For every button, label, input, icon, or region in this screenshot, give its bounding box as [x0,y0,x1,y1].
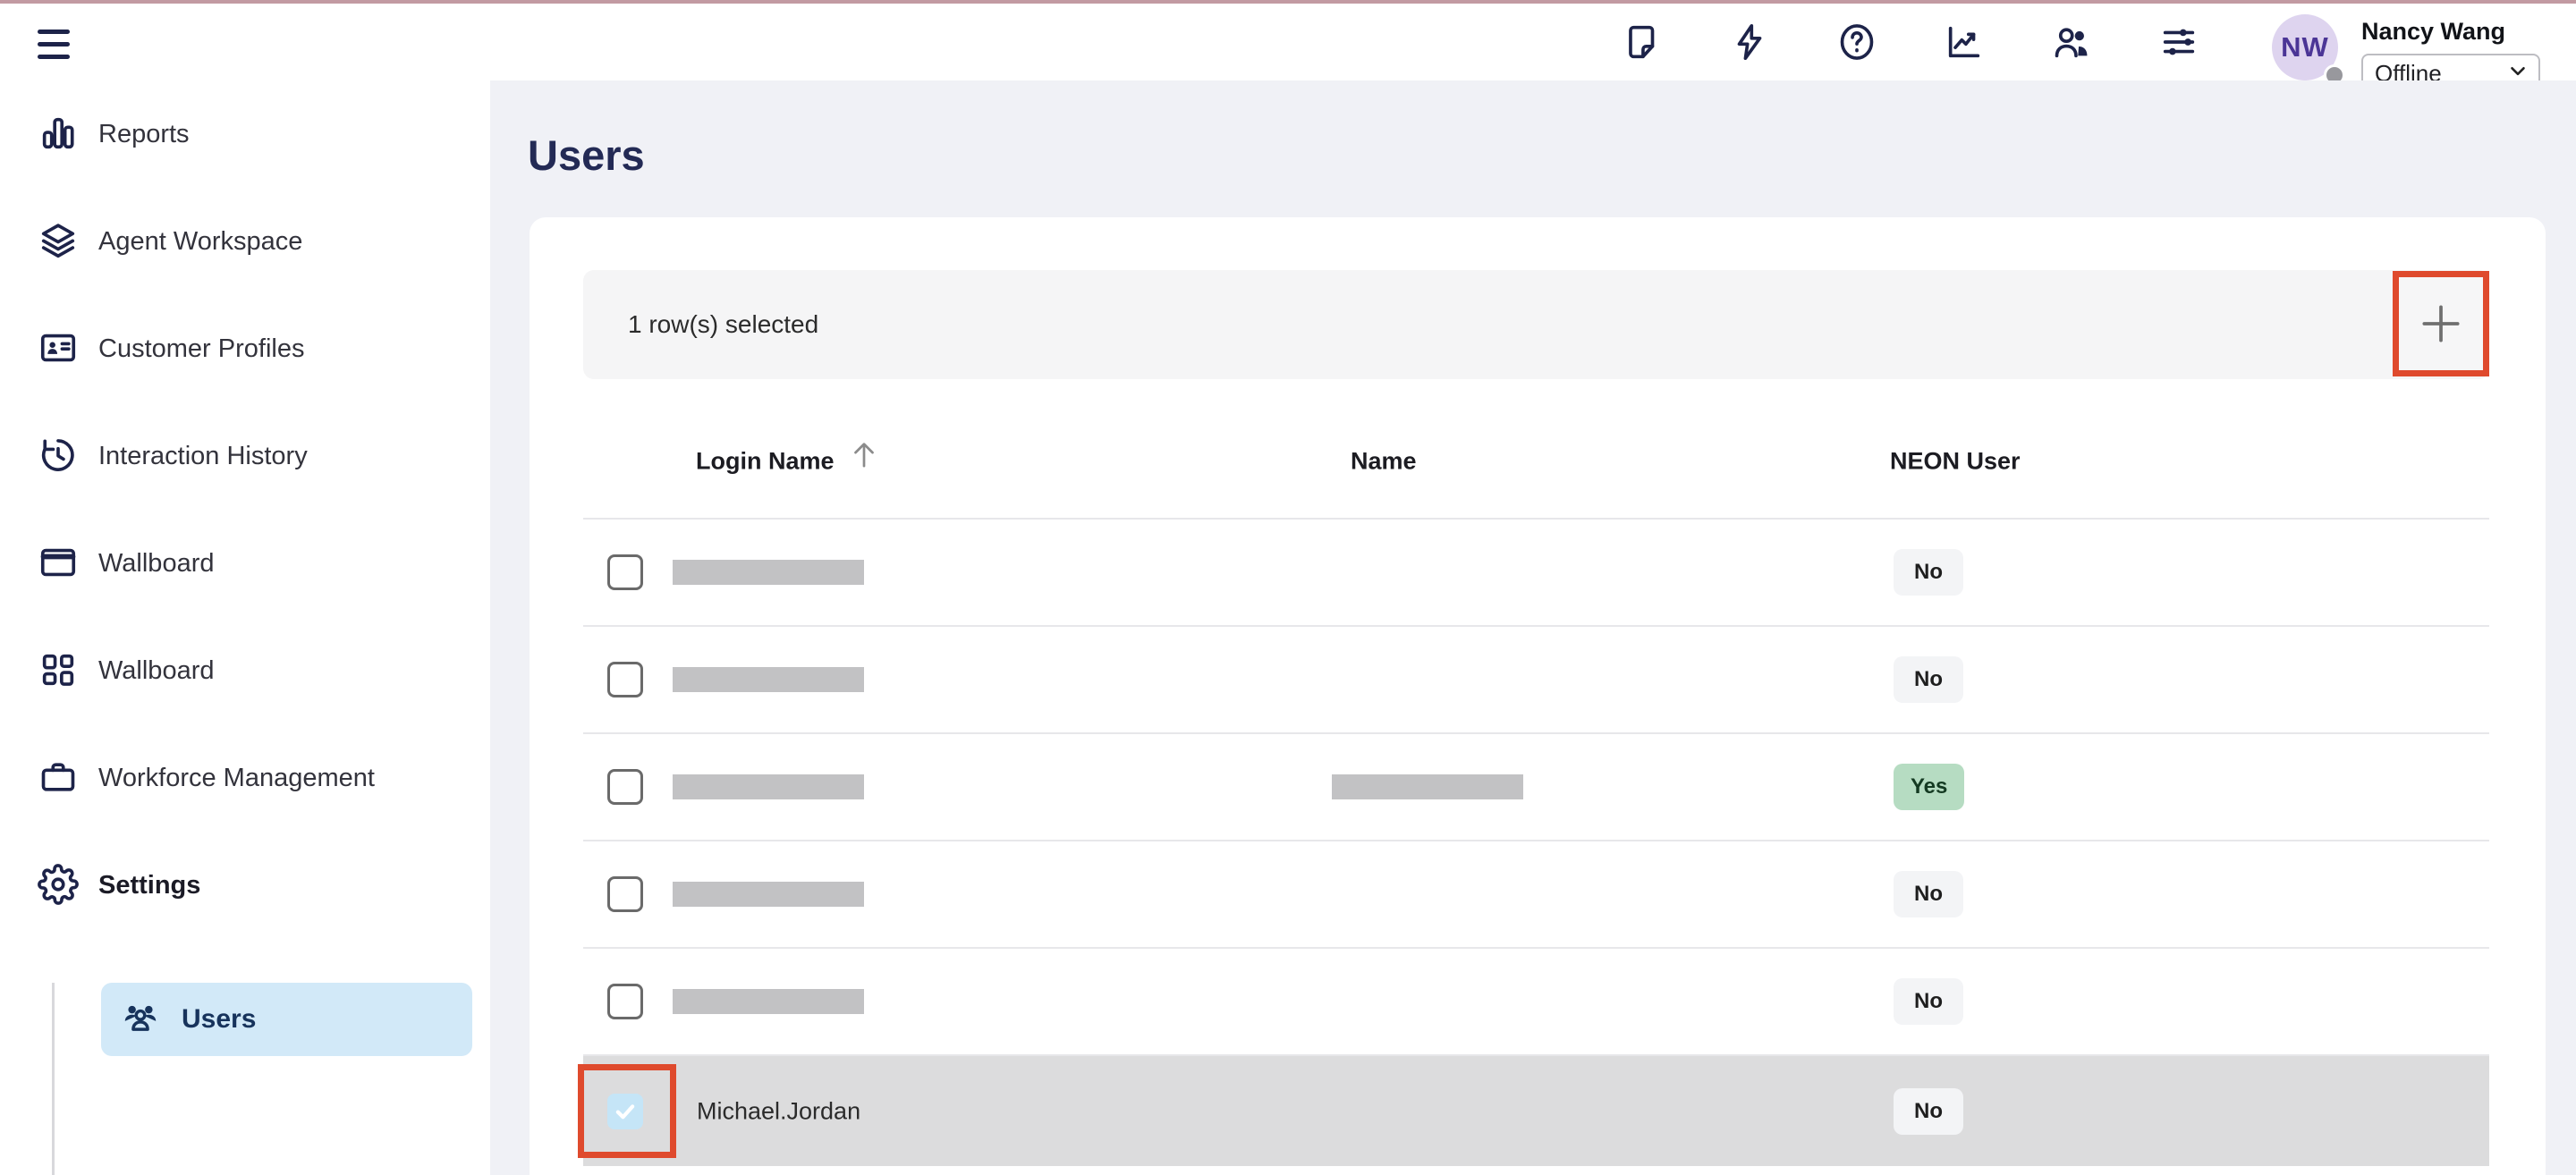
sidebar-item-label: Workforce Management [98,764,375,793]
help-icon[interactable] [1835,21,1878,63]
sidebar-item-settings[interactable]: Settings [0,832,490,939]
table-row[interactable]: No [583,841,2489,949]
row-checkbox[interactable] [607,984,643,1019]
window-icon [38,542,79,586]
user-name: Nancy Wang [2361,18,2540,46]
selection-toolbar: 1 row(s) selected [583,270,2489,379]
app-window: NW Nancy Wang Offline Reports Agent Works… [0,0,2576,1175]
sidebar-item-label: Settings [98,871,200,900]
top-bar-icon-group [1621,4,2200,80]
gear-icon [38,864,79,908]
hamburger-menu-icon[interactable] [38,25,72,63]
table-row[interactable]: No [583,627,2489,734]
row-checkbox[interactable] [607,769,643,805]
users-table-card: 1 row(s) selected Login Name Name NEON U… [530,217,2546,1175]
history-icon [38,435,79,478]
briefcase-icon [38,757,79,800]
hamburger-bar [38,55,70,59]
document-icon[interactable] [1621,21,1664,63]
neon-user-badge: No [1894,549,1963,596]
redacted-name [1332,774,1523,799]
sidebar-nav: Reports Agent Workspace Customer Profiles I… [0,80,490,939]
redacted-login-name [673,989,864,1014]
main-content: Users 1 row(s) selected Login Name Name … [490,80,2576,1175]
row-checkbox[interactable] [607,662,643,697]
sidebar: Reports Agent Workspace Customer Profiles I… [0,80,490,1175]
check-icon [612,1098,639,1125]
contact-card-icon [38,327,79,371]
add-user-button[interactable] [2393,271,2489,376]
table-row[interactable]: No [583,520,2489,627]
table-row[interactable]: Yes [583,734,2489,841]
sort-ascending-icon [847,437,881,485]
redacted-login-name [673,774,864,799]
sidebar-item-label: Customer Profiles [98,334,304,364]
row-checkbox[interactable] [607,554,643,590]
sidebar-item-workforce-management[interactable]: Workforce Management [0,724,490,832]
redacted-login-name [673,560,864,585]
column-header-label: Login Name [696,447,835,475]
plus-icon [2416,299,2466,349]
row-checkbox[interactable] [607,876,643,912]
selection-count-text: 1 row(s) selected [628,310,818,339]
sidebar-item-label: Users [182,1004,256,1035]
users-group-icon [121,999,160,1041]
sidebar-item-label: Reports [98,120,190,149]
preferences-icon[interactable] [2157,21,2200,63]
contacts-icon[interactable] [2050,21,2093,63]
sidebar-item-label: Interaction History [98,442,308,471]
selected-row-checkbox[interactable] [607,1094,643,1129]
redacted-login-name [673,882,864,907]
sidebar-item-agent-workspace[interactable]: Agent Workspace [0,188,490,295]
hamburger-bar [38,30,70,34]
neon-user-badge: No [1894,871,1963,917]
column-header-name[interactable]: Name [1351,447,1417,475]
table-row[interactable]: No [583,949,2489,1056]
avatar[interactable]: NW [2272,14,2342,84]
redacted-login-name [673,667,864,692]
sidebar-sub-rail [52,983,55,1175]
bar-chart-icon [38,113,79,156]
neon-user-badge: No [1894,1088,1963,1135]
sidebar-item-wallboard[interactable]: Wallboard [0,510,490,617]
sidebar-item-label: Wallboard [98,656,214,686]
layers-icon [38,220,79,264]
login-name-cell: Michael.Jordan [697,1097,860,1125]
column-header-login-name[interactable]: Login Name [696,437,881,485]
sidebar-item-reports[interactable]: Reports [0,80,490,188]
sidebar-item-label: Wallboard [98,549,214,579]
table-row[interactable]: Michael.Jordan No [583,1056,2489,1166]
sidebar-item-interaction-history[interactable]: Interaction History [0,402,490,510]
neon-user-badge: No [1894,978,1963,1025]
sidebar-item-customer-profiles[interactable]: Customer Profiles [0,295,490,402]
lightning-icon[interactable] [1728,21,1771,63]
top-bar: NW Nancy Wang Offline [0,4,2576,80]
dashboard-grid-icon [38,649,79,693]
column-header-neon-user[interactable]: NEON User [1890,447,2021,475]
sidebar-item-users-active[interactable]: Users [101,983,472,1056]
page-title: Users [528,131,645,180]
neon-user-badge: Yes [1894,764,1964,810]
sidebar-item-label: Agent Workspace [98,227,302,257]
sidebar-item-wallboard[interactable]: Wallboard [0,617,490,724]
analytics-icon[interactable] [1943,21,1986,63]
table-header-row: Login Name Name NEON User [583,404,2489,520]
neon-user-badge: No [1894,656,1963,703]
hamburger-bar [38,42,70,46]
